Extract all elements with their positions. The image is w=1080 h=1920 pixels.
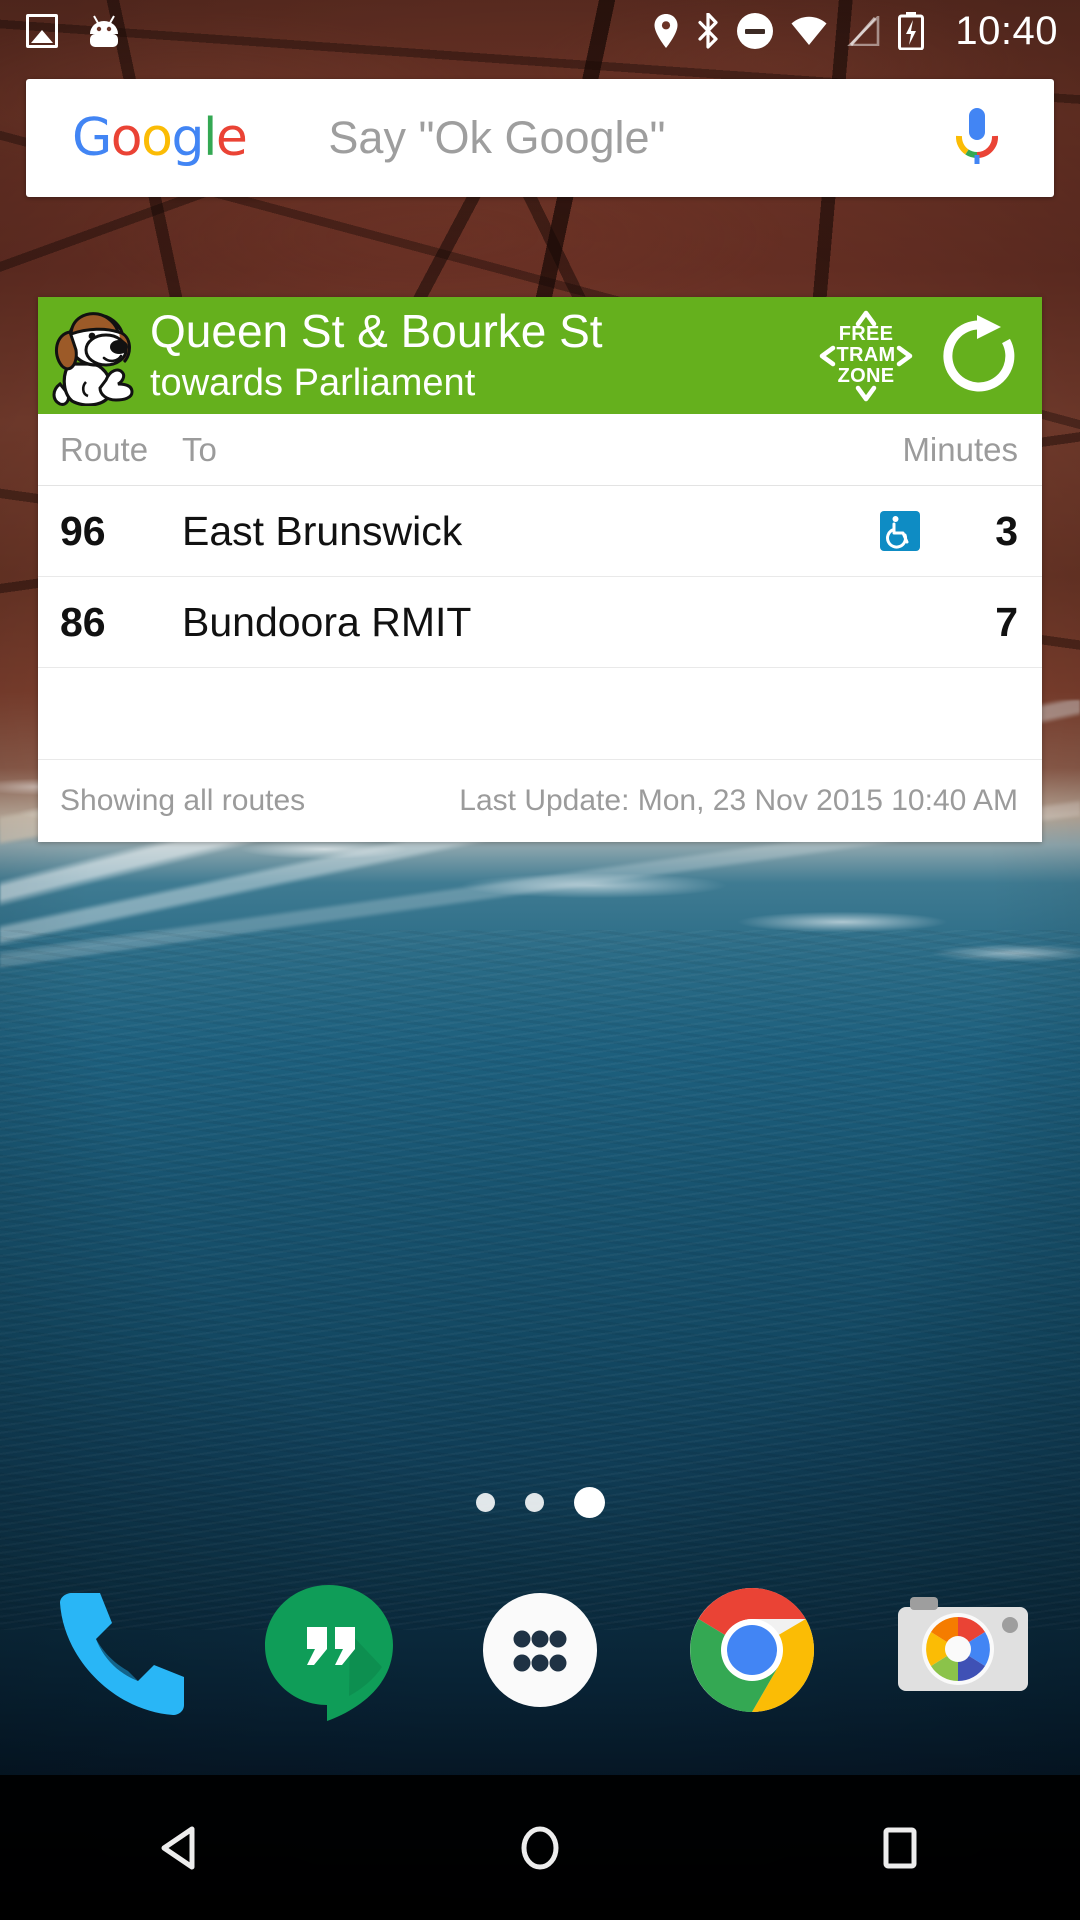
phone-icon: [60, 1593, 184, 1715]
tram-widget-header[interactable]: Queen St & Bourke St towards Parliament …: [38, 297, 1042, 414]
tram-departures-widget[interactable]: Queen St & Bourke St towards Parliament …: [38, 297, 1042, 842]
nav-home[interactable]: [465, 1775, 615, 1920]
google-logo: Google: [72, 108, 248, 168]
google-logo-letter-3: g: [171, 108, 204, 168]
last-update-label: Last Update: Mon, 23 Nov 2015 10:40 AM: [459, 784, 1018, 817]
row-destination: Bundoora RMIT: [182, 598, 472, 645]
dock: [0, 1555, 1080, 1745]
tram-widget-stop-info: Queen St & Bourke St towards Parliament: [150, 307, 603, 404]
hangouts-icon: [264, 1585, 393, 1721]
back-triangle-icon: [161, 1826, 195, 1869]
do-not-disturb-icon: [737, 13, 774, 49]
free-tram-zone-line-1: FREE: [838, 322, 894, 345]
row-minutes: 7: [995, 598, 1018, 645]
row-destination: East Brunswick: [182, 507, 463, 554]
departures-footer: Showing all routes Last Update: Mon, 23 …: [38, 760, 1042, 842]
row-minutes: 3: [995, 507, 1018, 554]
dock-phone[interactable]: [42, 1575, 192, 1725]
page-dot-1[interactable]: [475, 1493, 495, 1512]
page-dot-3[interactable]: [573, 1487, 605, 1518]
android-icon: [86, 14, 122, 48]
cellular-signal-icon: [845, 13, 881, 47]
status-bar-notifications: [26, 14, 122, 48]
google-search-bar[interactable]: Google Say "Ok Google": [26, 79, 1054, 197]
recents-square-icon: [883, 1827, 917, 1868]
dock-app-drawer[interactable]: [465, 1575, 615, 1725]
google-logo-letter-0: G: [72, 108, 112, 168]
row-route-number: 86: [60, 598, 106, 645]
table-row[interactable]: 86 Bundoora RMIT 7: [38, 577, 1042, 668]
stop-direction: towards Parliament: [150, 361, 476, 404]
tram-widget-header-actions: FREE TRAM ZONE: [818, 309, 1028, 403]
free-tram-zone-line-3: ZONE: [837, 365, 895, 388]
row-route-number: 96: [60, 507, 106, 554]
refresh-icon[interactable]: [936, 313, 1022, 399]
microphone-icon[interactable]: [954, 106, 1000, 170]
departures-column-headers: Route To Minutes: [38, 414, 1042, 486]
stop-name: Queen St & Bourke St: [150, 306, 603, 356]
nav-back[interactable]: [105, 1775, 255, 1920]
table-row[interactable]: 96 East Brunswick 3: [38, 486, 1042, 577]
page-dot-2[interactable]: [524, 1493, 544, 1512]
column-header-to: To: [182, 430, 217, 468]
free-tram-zone-badge: FREE TRAM ZONE: [818, 309, 914, 403]
dock-chrome[interactable]: [677, 1575, 827, 1725]
google-logo-letter-4: l: [202, 108, 217, 168]
dock-camera[interactable]: [888, 1575, 1038, 1725]
page-indicator: [0, 1487, 1080, 1518]
navigation-bar: [0, 1775, 1080, 1920]
free-tram-zone-line-2: TRAM: [836, 343, 896, 366]
photo-icon: [26, 14, 58, 48]
wheelchair-icon: [880, 511, 920, 551]
column-header-minutes: Minutes: [902, 430, 1018, 468]
dock-hangouts[interactable]: [254, 1575, 404, 1725]
app-drawer-icon: [483, 1593, 597, 1707]
departures-empty-row: [38, 668, 1042, 760]
google-logo-letter-5: e: [215, 108, 248, 168]
filter-status-label[interactable]: Showing all routes: [60, 784, 305, 818]
status-bar-system-icons: 10:40: [653, 11, 1058, 51]
google-logo-letter-2: o: [141, 108, 173, 168]
search-hint-text[interactable]: Say "Ok Google": [328, 112, 665, 164]
column-header-route: Route: [60, 430, 149, 468]
location-pin-icon: [653, 13, 679, 49]
bluetooth-icon: [696, 12, 720, 49]
google-logo-letter-1: o: [110, 108, 143, 168]
wifi-icon: [790, 16, 828, 46]
chrome-icon: [689, 1588, 814, 1712]
home-circle-icon: [521, 1826, 559, 1869]
status-bar: 10:40: [0, 0, 1080, 62]
battery-charging-icon: [898, 12, 925, 51]
home-screen: 10:40 Google Say "Ok Google" Queen St & …: [0, 0, 1080, 1920]
status-bar-clock: 10:40: [955, 9, 1058, 53]
nav-recents[interactable]: [825, 1775, 975, 1920]
camera-icon: [898, 1597, 1028, 1691]
dog-mascot-icon: [48, 306, 144, 407]
